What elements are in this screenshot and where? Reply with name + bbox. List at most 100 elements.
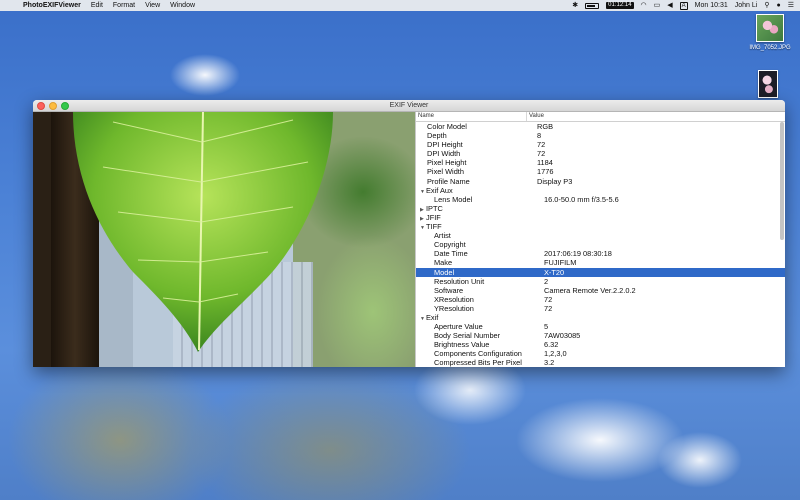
row-value: X-T20	[544, 267, 565, 277]
row-name-text: Aperture Value	[434, 322, 483, 332]
input-source-indicator[interactable]: A	[679, 1, 688, 10]
row-value: 6.32	[544, 340, 559, 350]
menu-edit[interactable]: Edit	[91, 0, 103, 11]
menu-view[interactable]: View	[145, 0, 160, 11]
table-row[interactable]: Components Configuration 1,2,3,0	[416, 349, 785, 358]
row-name-text: Exif	[426, 312, 439, 322]
row-value	[530, 222, 785, 231]
app-menu[interactable]: PhotoEXIFViewer	[23, 0, 81, 11]
menu-window[interactable]: Window	[170, 0, 195, 11]
row-value: 72	[544, 303, 553, 313]
row-value: 5	[544, 322, 549, 332]
column-header-value[interactable]: Value	[527, 112, 544, 121]
exif-viewer-window: EXIF Viewer Name Value Color Model RGB D…	[33, 100, 785, 367]
table-row[interactable]: Model X-T20	[416, 267, 785, 277]
row-name-text: Pixel Height	[427, 158, 467, 168]
table-row[interactable]: Depth 8	[416, 131, 785, 140]
table-row[interactable]: ▼TIFF	[416, 222, 785, 231]
menu-bar: PhotoEXIFViewer Edit Format View Window …	[0, 0, 800, 11]
table-row[interactable]: Copyright	[416, 240, 785, 249]
row-name: Brightness Value	[416, 340, 544, 349]
table-row[interactable]: DPI Width 72	[416, 149, 785, 158]
table-row[interactable]: Color Model RGB	[416, 122, 785, 131]
table-row[interactable]: ▶ JFIF	[416, 213, 785, 222]
row-name-text: IPTC	[426, 203, 443, 213]
row-name: Software	[416, 286, 544, 295]
table-row[interactable]: Brightness Value 6.32	[416, 340, 785, 349]
airplay-icon[interactable]: ▭	[654, 0, 661, 11]
table-row[interactable]: XResolution 72	[416, 295, 785, 304]
table-row[interactable]: ▼Exif Aux	[416, 186, 785, 195]
user-menu[interactable]: John Li	[735, 0, 758, 11]
row-name: Pixel Width	[416, 167, 537, 176]
table-row[interactable]: ▶ IPTC	[416, 204, 785, 213]
table-row[interactable]: Pixel Width 1776	[416, 167, 785, 176]
table-row[interactable]: Aperture Value 5	[416, 322, 785, 331]
zoom-window-button[interactable]	[61, 102, 69, 110]
wifi-icon[interactable]: ◠	[641, 0, 647, 11]
table-row[interactable]: DPI Height 72	[416, 140, 785, 149]
row-value: 2017:06:19 08:30:18	[544, 249, 612, 259]
table-row[interactable]: Pixel Height 1184	[416, 158, 785, 167]
row-value: 72	[544, 294, 553, 304]
minimize-window-button[interactable]	[49, 102, 57, 110]
close-window-button[interactable]	[37, 102, 45, 110]
menu-format[interactable]: Format	[113, 0, 135, 11]
siri-icon[interactable]: ●	[776, 0, 780, 11]
table-row[interactable]: Compressed Bits Per Pixel 3.2	[416, 358, 785, 367]
row-name-text: Exif Aux	[426, 185, 453, 195]
row-name: ▼Exif Aux	[416, 186, 530, 195]
menu-clock[interactable]: Mon 10:31	[695, 0, 728, 11]
table-row[interactable]: Artist	[416, 231, 785, 240]
desktop-file-img-7052[interactable]: IMG_7052.JPG	[745, 14, 795, 51]
row-name: Components Configuration	[416, 349, 544, 358]
table-row[interactable]: Profile Name Display P3	[416, 177, 785, 186]
row-name: DPI Width	[416, 149, 537, 158]
row-name: ▶ IPTC	[416, 204, 530, 213]
row-name-text: Copyright	[434, 240, 466, 250]
volume-icon[interactable]: ◀	[667, 0, 672, 11]
table-scrollbar[interactable]	[780, 122, 784, 240]
table-row[interactable]: ▼Exif	[416, 313, 785, 322]
table-row[interactable]: Body Serial Number 7AW03085	[416, 331, 785, 340]
row-name-text: Software	[434, 285, 464, 295]
table-row[interactable]: Resolution Unit 2	[416, 277, 785, 286]
spotlight-search-icon[interactable]: ⚲	[764, 0, 769, 11]
row-name-text: Compressed Bits Per Pixel	[434, 358, 522, 367]
row-name: Compressed Bits Per Pixel	[416, 358, 544, 367]
row-name: Make	[416, 258, 544, 267]
row-name-text: DPI Width	[427, 149, 461, 159]
photo-file-icon	[758, 70, 778, 98]
row-value	[544, 240, 785, 249]
battery-time[interactable]: 01:12:14	[606, 2, 634, 9]
battery-icon[interactable]	[585, 2, 600, 9]
title-bar[interactable]: EXIF Viewer	[33, 100, 785, 112]
row-name-text: Components Configuration	[434, 349, 522, 359]
desktop-file-2[interactable]	[757, 70, 779, 98]
row-name-text: TIFF	[426, 222, 442, 232]
row-name: Model	[416, 268, 544, 277]
row-value: RGB	[537, 122, 554, 131]
row-name: XResolution	[416, 295, 544, 304]
table-row[interactable]: YResolution 72	[416, 304, 785, 313]
table-row[interactable]: Software Camera Remote Ver.2.2.0.2	[416, 286, 785, 295]
notification-center-icon[interactable]: ☰	[788, 0, 794, 11]
row-value: 1184	[537, 158, 553, 168]
photo-file-icon	[756, 14, 784, 42]
desktop-file-label: IMG_7052.JPG	[749, 45, 791, 51]
row-value	[530, 313, 785, 322]
row-name: Body Serial Number	[416, 331, 544, 340]
leaf-image	[73, 112, 333, 352]
column-header-name[interactable]: Name	[416, 112, 527, 121]
table-row[interactable]: Make FUJIFILM	[416, 258, 785, 267]
table-row[interactable]: Lens Model 16.0-50.0 mm f/3.5-5.6	[416, 195, 785, 204]
row-name: Aperture Value	[416, 322, 544, 331]
bluetooth-icon[interactable]: ✱	[572, 0, 578, 11]
row-name: Copyright	[416, 240, 544, 249]
table-header: Name Value	[416, 112, 785, 122]
row-name-text: Date Time	[434, 249, 468, 259]
exif-table: Name Value Color Model RGB Depth 8 DPI Heigh…	[416, 112, 785, 367]
row-name-text: YResolution	[434, 303, 474, 313]
row-name-text: Color Model	[427, 122, 467, 131]
table-row[interactable]: Date Time 2017:06:19 08:30:18	[416, 249, 785, 258]
